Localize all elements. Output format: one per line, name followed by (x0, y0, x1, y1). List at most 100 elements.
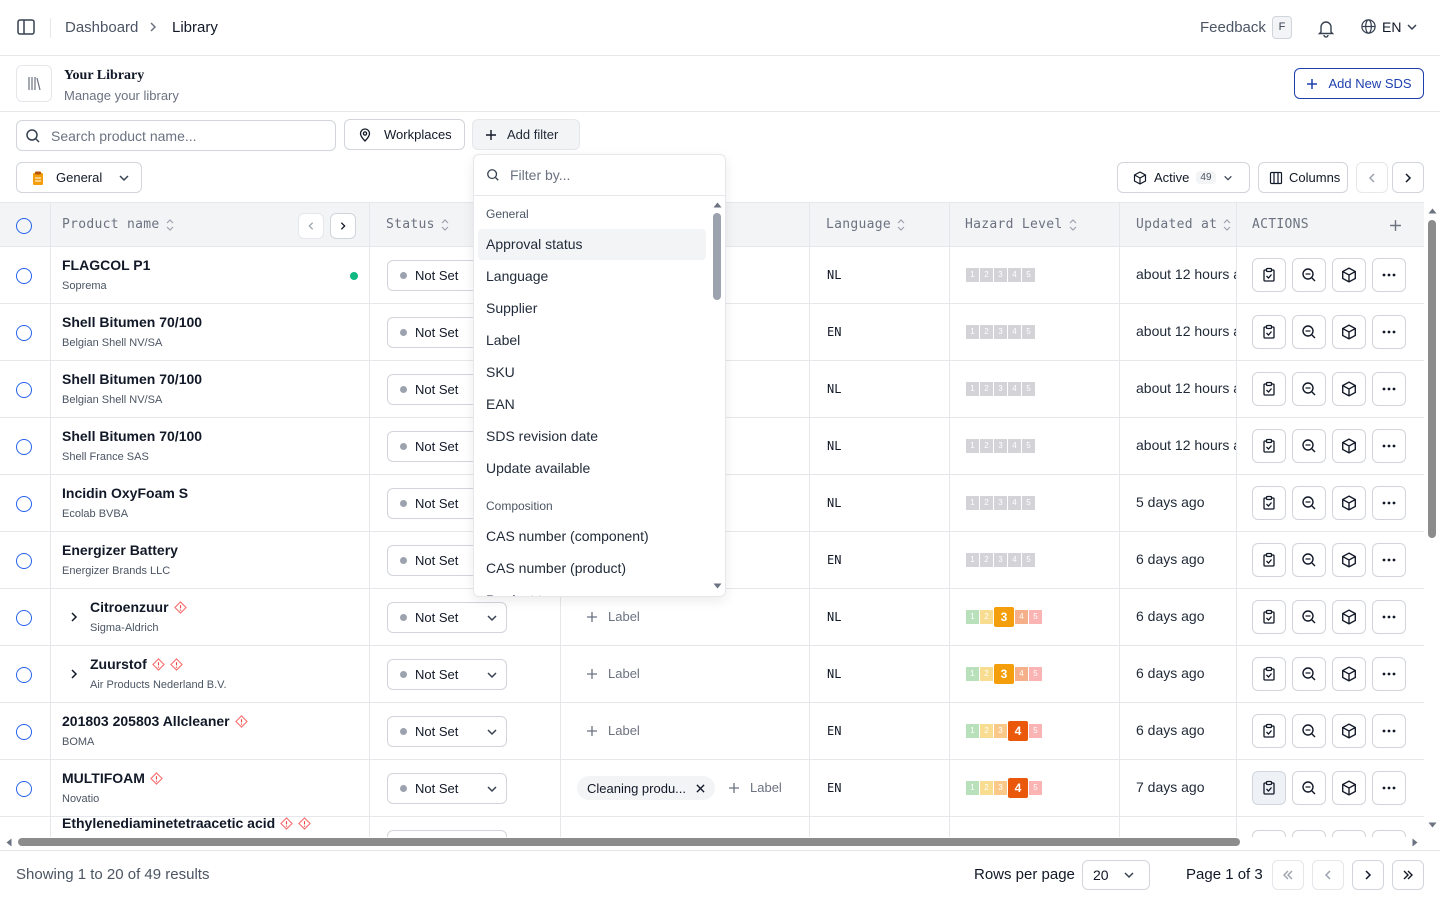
filter-option[interactable]: SDS revision date (478, 421, 706, 452)
filter-option[interactable]: Label (478, 325, 706, 356)
product-name[interactable]: Citroenzuur (90, 599, 169, 615)
status-select[interactable]: Not Set (387, 773, 507, 804)
active-filter-button[interactable]: Active 49 (1117, 162, 1250, 193)
add-column-icon[interactable] (1389, 219, 1402, 232)
row-action-button[interactable] (1252, 486, 1286, 520)
breadcrumb-dashboard[interactable]: Dashboard (65, 19, 138, 36)
row-action-button[interactable] (1292, 657, 1326, 691)
header-updated-at[interactable]: Updated at (1136, 217, 1231, 232)
row-action-button[interactable] (1292, 600, 1326, 634)
row-action-button[interactable] (1372, 543, 1406, 577)
row-action-button[interactable] (1372, 771, 1406, 805)
row-checkbox[interactable] (16, 439, 32, 455)
row-checkbox[interactable] (16, 667, 32, 683)
add-label-button[interactable]: Label (586, 666, 640, 681)
filter-dropdown-scrollbar[interactable] (713, 213, 721, 300)
product-name[interactable]: Shell Bitumen 70/100 (62, 371, 202, 387)
status-select[interactable]: Not Set (387, 602, 507, 633)
scroll-left-button[interactable] (1356, 162, 1388, 193)
product-name[interactable]: 201803 205803 Allcleaner (62, 713, 230, 729)
workplaces-button[interactable]: Workplaces (344, 119, 465, 150)
row-checkbox[interactable] (16, 496, 32, 512)
status-select[interactable]: Not Set (387, 659, 507, 690)
row-action-button[interactable] (1292, 372, 1326, 406)
row-action-button[interactable] (1372, 714, 1406, 748)
filter-option[interactable]: CAS number (component) (478, 521, 706, 552)
header-product-name[interactable]: Product name (62, 217, 174, 232)
expand-chevron-icon[interactable] (68, 668, 80, 680)
row-action-button[interactable] (1252, 714, 1286, 748)
table-row[interactable]: Ethylenediaminetetraacetic acid (0, 815, 1424, 837)
row-action-button[interactable] (1332, 543, 1366, 577)
filter-option[interactable]: SKU (478, 357, 706, 388)
add-label-button[interactable]: Label (586, 609, 640, 624)
product-name[interactable]: Ethylenediaminetetraacetic acid (62, 815, 275, 831)
add-new-sds-button[interactable]: Add New SDS (1294, 68, 1424, 99)
filter-option[interactable]: Approval status (478, 229, 706, 260)
row-checkbox[interactable] (16, 781, 32, 797)
row-action-button[interactable] (1292, 486, 1326, 520)
last-page-button[interactable] (1392, 860, 1424, 890)
row-action-button[interactable] (1252, 771, 1286, 805)
row-action-button[interactable] (1372, 315, 1406, 349)
row-action-button[interactable] (1332, 600, 1366, 634)
status-select[interactable] (387, 830, 507, 837)
filter-search-input[interactable]: Filter by... (474, 155, 725, 196)
filter-option[interactable]: Update available (478, 453, 706, 484)
table-row[interactable]: MULTIFOAM Novatio Not Set Cleaning produ...… (0, 760, 1424, 817)
scroll-down-arrow-icon[interactable] (1428, 822, 1437, 829)
feedback-link[interactable]: Feedback (1200, 19, 1266, 36)
row-action-button[interactable] (1252, 429, 1286, 463)
row-action-button[interactable] (1292, 543, 1326, 577)
row-action-button[interactable] (1372, 486, 1406, 520)
vertical-scrollbar[interactable] (1428, 220, 1436, 538)
row-action-button[interactable] (1372, 600, 1406, 634)
row-action-button[interactable] (1252, 600, 1286, 634)
filter-option[interactable]: Language (478, 261, 706, 292)
scroll-down-arrow-icon[interactable] (713, 583, 722, 590)
label-chip[interactable]: Cleaning produ... (577, 776, 716, 800)
row-action-button[interactable] (1372, 657, 1406, 691)
row-action-button[interactable] (1332, 315, 1366, 349)
table-row[interactable]: 201803 205803 Allcleaner BOMA Not Set Label… (0, 703, 1424, 760)
table-row[interactable]: Zuurstof Air Products Nederland B.V. Not S… (0, 646, 1424, 703)
filter-option[interactable]: EAN (478, 389, 706, 420)
bell-icon[interactable] (1316, 18, 1336, 38)
horizontal-scrollbar[interactable] (18, 838, 1240, 846)
first-page-button[interactable] (1272, 860, 1304, 890)
view-selector[interactable]: General (16, 162, 142, 193)
header-status[interactable]: Status (386, 217, 449, 232)
row-action-button[interactable] (1372, 830, 1406, 837)
row-action-button[interactable] (1292, 315, 1326, 349)
row-action-button[interactable] (1332, 429, 1366, 463)
status-select[interactable]: Not Set (387, 716, 507, 747)
filter-option[interactable]: Product type (478, 585, 706, 596)
header-language[interactable]: Language (826, 217, 905, 232)
row-checkbox[interactable] (16, 610, 32, 626)
row-action-button[interactable] (1252, 315, 1286, 349)
table-row[interactable]: Citroenzuur Sigma-Aldrich Not Set Label NL 1 2… (0, 589, 1424, 646)
product-name[interactable]: FLAGCOL P1 (62, 257, 150, 273)
add-label-button[interactable]: Label (586, 723, 640, 738)
scroll-up-arrow-icon[interactable] (713, 201, 722, 208)
scroll-left-arrow-icon[interactable] (5, 838, 12, 847)
add-filter-button[interactable]: Add filter (472, 119, 580, 150)
product-name[interactable]: Zuurstof (90, 656, 147, 672)
columns-button[interactable]: Columns (1258, 162, 1348, 193)
row-action-button[interactable] (1332, 372, 1366, 406)
row-checkbox[interactable] (16, 724, 32, 740)
row-action-button[interactable] (1252, 258, 1286, 292)
filter-option[interactable]: Supplier (478, 293, 706, 324)
close-icon[interactable] (696, 783, 705, 793)
language-selector[interactable]: EN (1360, 18, 1418, 35)
product-col-next[interactable] (330, 213, 356, 239)
product-name[interactable]: Shell Bitumen 70/100 (62, 428, 202, 444)
filter-option[interactable]: CAS number (product) (478, 553, 706, 584)
row-action-button[interactable] (1252, 830, 1286, 837)
scroll-right-button[interactable] (1392, 162, 1424, 193)
row-action-button[interactable] (1292, 714, 1326, 748)
row-action-button[interactable] (1372, 429, 1406, 463)
product-col-prev[interactable] (298, 213, 324, 239)
select-all-checkbox[interactable] (16, 218, 32, 234)
row-action-button[interactable] (1252, 372, 1286, 406)
